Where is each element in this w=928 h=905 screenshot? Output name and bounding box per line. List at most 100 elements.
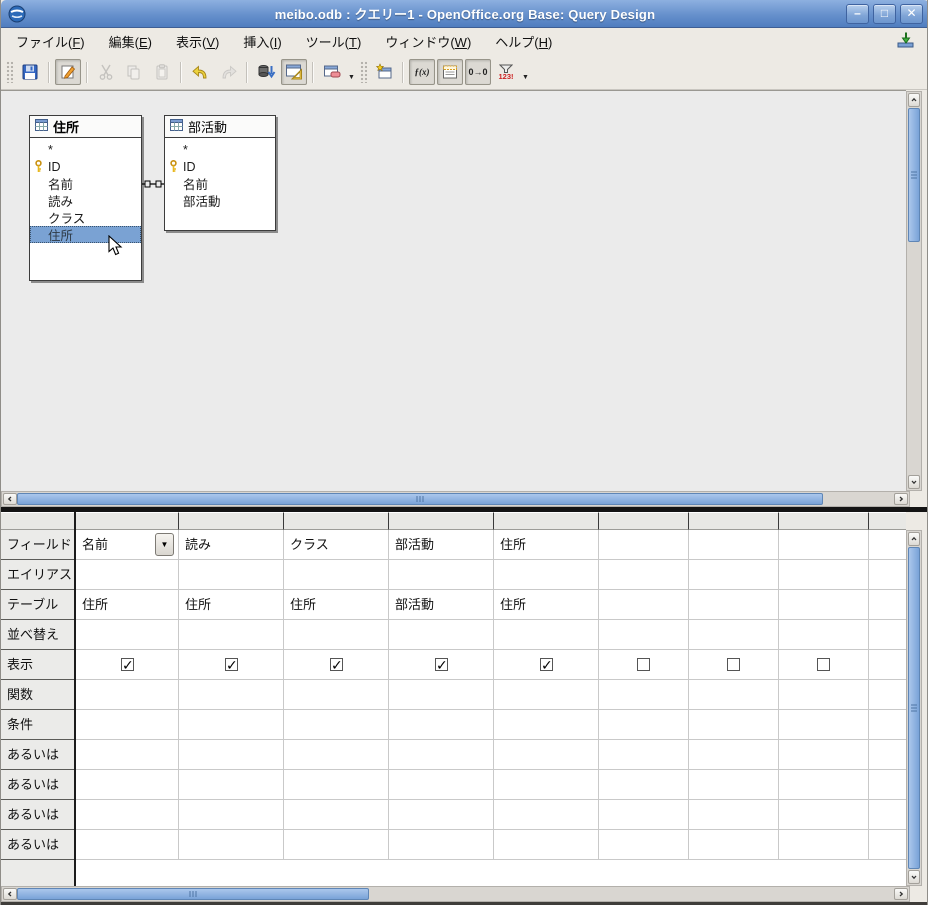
field-cell[interactable]: 部活動 (389, 530, 494, 560)
or4-cell[interactable] (599, 830, 689, 860)
join-connector[interactable] (142, 179, 164, 189)
sort-cell[interactable] (494, 620, 599, 650)
field-cell[interactable] (779, 530, 869, 560)
or4-cell[interactable] (76, 830, 179, 860)
criterion-cell[interactable] (869, 710, 906, 740)
upper-vertical-scrollbar[interactable] (906, 91, 922, 491)
field-item-ID[interactable]: ID (165, 158, 275, 175)
scroll-right-button[interactable] (894, 493, 908, 505)
function-cell[interactable] (779, 680, 869, 710)
alias-cell[interactable] (179, 560, 284, 590)
visible-checkbox[interactable] (225, 658, 238, 671)
or4-cell[interactable] (779, 830, 869, 860)
function-cell[interactable] (869, 680, 906, 710)
column-header[interactable] (779, 512, 869, 530)
field-cell[interactable]: 名前▼ (76, 530, 179, 560)
table-cell[interactable]: 住所 (494, 590, 599, 620)
or4-cell[interactable] (869, 830, 906, 860)
sort-cell[interactable] (284, 620, 389, 650)
field-dropdown-button[interactable]: ▼ (155, 533, 174, 556)
visible-checkbox[interactable] (540, 658, 553, 671)
upper-horizontal-scrollbar[interactable] (1, 491, 910, 507)
or4-cell[interactable] (179, 830, 284, 860)
menu-w[interactable]: ウィンドウ(W) (376, 28, 480, 55)
visible-cell[interactable] (389, 650, 494, 680)
visible-cell[interactable] (869, 650, 906, 680)
field-item-名前[interactable]: 名前 (165, 175, 275, 192)
field-cell[interactable]: 読み (179, 530, 284, 560)
visible-checkbox[interactable] (330, 658, 343, 671)
scroll-thumb[interactable] (908, 108, 920, 242)
alias-cell[interactable] (76, 560, 179, 590)
function-cell[interactable] (76, 680, 179, 710)
toolbar-grip[interactable] (6, 61, 13, 83)
or2-cell[interactable] (389, 770, 494, 800)
sort-cell[interactable] (179, 620, 284, 650)
field-item-読み[interactable]: 読み (30, 192, 141, 209)
or1-cell[interactable] (599, 740, 689, 770)
field-cell[interactable]: 住所 (494, 530, 599, 560)
field-cell[interactable] (599, 530, 689, 560)
function-cell[interactable] (494, 680, 599, 710)
visible-cell[interactable] (179, 650, 284, 680)
criterion-cell[interactable] (76, 710, 179, 740)
function-cell[interactable] (179, 680, 284, 710)
visible-checkbox[interactable] (727, 658, 740, 671)
table-name-button[interactable] (437, 59, 463, 85)
criterion-cell[interactable] (494, 710, 599, 740)
function-cell[interactable] (389, 680, 494, 710)
sort-cell[interactable] (599, 620, 689, 650)
scroll-down-button[interactable] (908, 475, 920, 489)
scroll-thumb[interactable] (908, 547, 920, 869)
or1-cell[interactable] (494, 740, 599, 770)
lower-vertical-scrollbar[interactable] (906, 530, 922, 886)
visible-checkbox[interactable] (121, 658, 134, 671)
add-table-button[interactable] (371, 59, 397, 85)
visible-cell[interactable] (599, 650, 689, 680)
criterion-cell[interactable] (284, 710, 389, 740)
functions-button[interactable]: ƒ(x) (409, 59, 435, 85)
column-header[interactable] (76, 512, 179, 530)
scroll-thumb[interactable] (17, 888, 369, 900)
or1-cell[interactable] (389, 740, 494, 770)
or1-cell[interactable] (689, 740, 779, 770)
or3-cell[interactable] (284, 800, 389, 830)
lower-horizontal-scrollbar[interactable] (1, 886, 910, 902)
minimize-button[interactable]: – (846, 4, 869, 24)
field-cell[interactable] (869, 530, 906, 560)
or2-cell[interactable] (689, 770, 779, 800)
menu-f[interactable]: ファイル(F) (7, 28, 94, 55)
save-button[interactable] (17, 59, 43, 85)
or4-cell[interactable] (689, 830, 779, 860)
design-view-button[interactable] (281, 59, 307, 85)
or1-cell[interactable] (284, 740, 389, 770)
visible-checkbox[interactable] (817, 658, 830, 671)
sort-cell[interactable] (76, 620, 179, 650)
or2-cell[interactable] (869, 770, 906, 800)
table-window-住所[interactable]: 住所*ID名前読みクラス住所 (29, 115, 142, 281)
function-cell[interactable] (689, 680, 779, 710)
field-item-*[interactable]: * (165, 141, 275, 158)
table-design-canvas[interactable]: 住所*ID名前読みクラス住所部活動*ID名前部活動 (1, 90, 906, 491)
maximize-button[interactable]: □ (873, 4, 896, 24)
table-window-titlebar[interactable]: 部活動 (165, 116, 275, 138)
column-header[interactable] (869, 512, 906, 530)
clear-query-dropdown[interactable]: ▼ (346, 59, 357, 85)
menu-t[interactable]: ツール(T) (297, 28, 371, 55)
visible-cell[interactable] (689, 650, 779, 680)
or1-cell[interactable] (869, 740, 906, 770)
criterion-cell[interactable] (389, 710, 494, 740)
table-cell[interactable]: 住所 (179, 590, 284, 620)
clear-query-button[interactable] (319, 59, 345, 85)
column-header[interactable] (389, 512, 494, 530)
or2-cell[interactable] (284, 770, 389, 800)
or2-cell[interactable] (76, 770, 179, 800)
menu-v[interactable]: 表示(V) (167, 28, 228, 55)
or4-cell[interactable] (494, 830, 599, 860)
or2-cell[interactable] (779, 770, 869, 800)
alias-button[interactable]: 0→0 (465, 59, 491, 85)
more-options-dropdown[interactable]: ▼ (520, 59, 531, 85)
criterion-cell[interactable] (779, 710, 869, 740)
visible-cell[interactable] (76, 650, 179, 680)
alias-cell[interactable] (599, 560, 689, 590)
